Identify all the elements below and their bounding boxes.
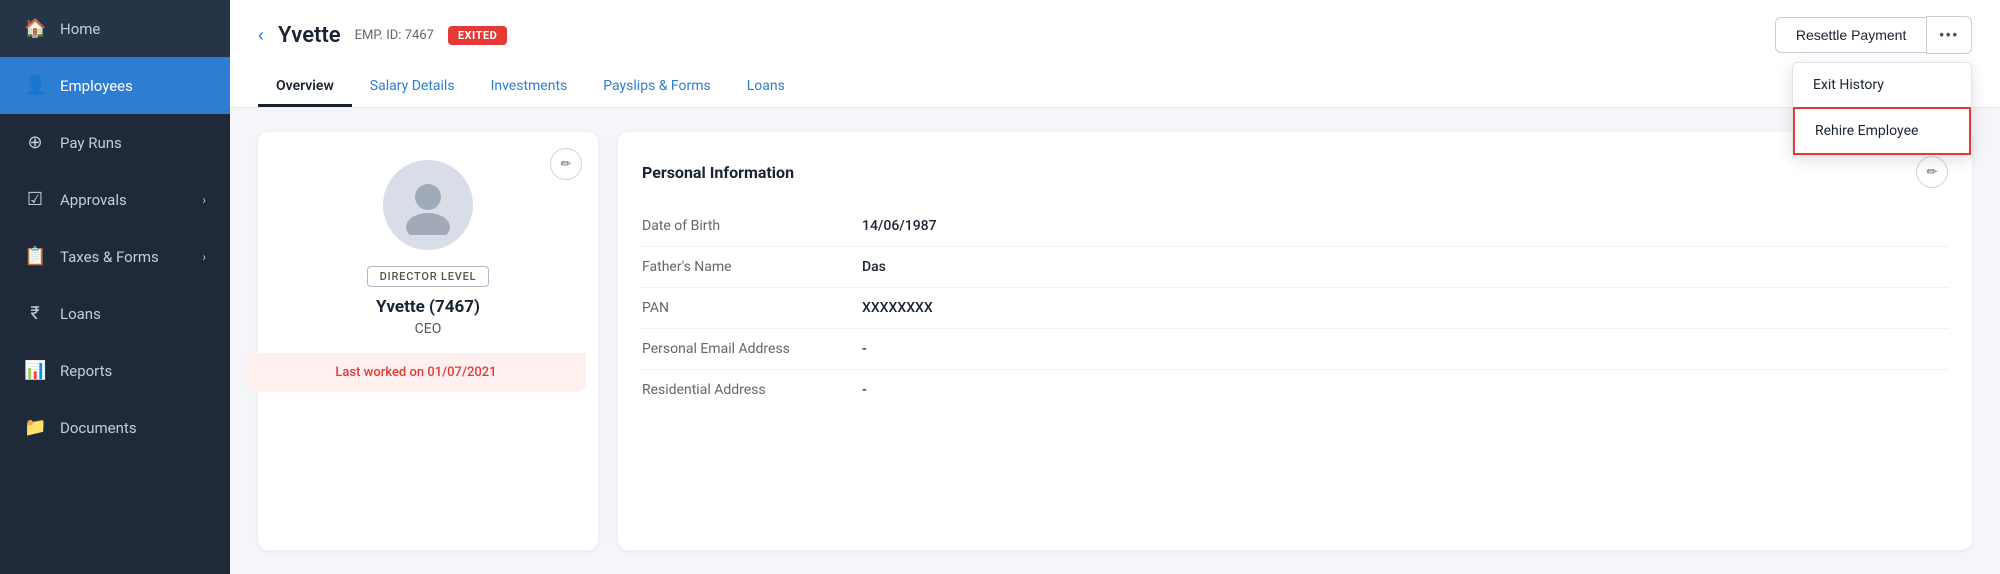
avatar-svg [398,175,458,235]
loans-icon: ₹ [24,303,46,324]
dropdown-menu: Exit History Rehire Employee [1792,62,1972,156]
personal-info-edit-button[interactable]: ✏ [1916,156,1948,188]
sidebar-item-employees[interactable]: 👤 Employees [0,57,230,114]
tabs: Overview Salary Details Investments Pays… [258,68,1972,107]
dob-value: 14/06/1987 [862,218,937,234]
sidebar-label-reports: Reports [60,362,112,380]
employees-icon: 👤 [24,75,46,96]
info-row-dob: Date of Birth 14/06/1987 [642,206,1948,247]
info-row-pan: PAN XXXXXXXX [642,288,1948,329]
more-options-button[interactable]: ••• [1926,16,1972,54]
personal-info-card: Personal Information ✏ Date of Birth 14/… [618,132,1972,550]
dropdown-rehire-employee[interactable]: Rehire Employee [1793,107,1971,155]
resettle-payment-button[interactable]: Resettle Payment [1775,17,1927,53]
approvals-arrow-icon: › [202,193,206,207]
sidebar-item-reports[interactable]: 📊 Reports [0,342,230,399]
email-label: Personal Email Address [642,341,862,357]
sidebar-item-home[interactable]: 🏠 Home [0,0,230,57]
sidebar-item-approvals[interactable]: ☑ Approvals › [0,171,230,228]
tab-payslips-forms[interactable]: Payslips & Forms [585,68,729,107]
sidebar-item-documents[interactable]: 📁 Documents [0,399,230,456]
address-label: Residential Address [642,382,862,398]
sidebar-label-employees: Employees [60,77,133,95]
exited-badge: EXITED [448,26,507,45]
father-value: Das [862,259,886,275]
personal-info-header: Personal Information ✏ [642,156,1948,188]
sidebar-label-taxes-forms: Taxes & Forms [60,248,159,266]
employee-name: Yvette [278,23,341,48]
sidebar-label-documents: Documents [60,419,137,437]
header: ‹ Yvette EMP. ID: 7467 EXITED Resettle P… [230,0,2000,108]
profile-name: Yvette (7467) [376,297,480,317]
header-top: ‹ Yvette EMP. ID: 7467 EXITED Resettle P… [258,16,1972,54]
main-content: ‹ Yvette EMP. ID: 7467 EXITED Resettle P… [230,0,2000,574]
pay-runs-icon: ⊕ [24,132,46,153]
taxes-forms-arrow-icon: › [202,250,206,264]
sidebar-label-home: Home [60,20,100,38]
sidebar-label-approvals: Approvals [60,191,127,209]
personal-info-edit-icon: ✏ [1927,164,1938,180]
info-row-email: Personal Email Address - [642,329,1948,370]
last-worked-banner: Last worked on 01/07/2021 [246,353,586,392]
tab-overview[interactable]: Overview [258,68,352,107]
profile-edit-icon: ✏ [561,156,572,172]
header-actions: Resettle Payment ••• Exit History Rehire… [1775,16,1972,54]
personal-info-title: Personal Information [642,163,794,182]
approvals-icon: ☑ [24,189,46,210]
employee-id: EMP. ID: 7467 [355,28,434,43]
pan-value: XXXXXXXX [862,300,933,316]
more-icon: ••• [1939,27,1959,42]
info-row-father: Father's Name Das [642,247,1948,288]
taxes-forms-icon: 📋 [24,246,46,267]
avatar [383,160,473,250]
documents-icon: 📁 [24,417,46,438]
profile-edit-button[interactable]: ✏ [550,148,582,180]
profile-card: ✏ DIRECTOR LEVEL Yvette (7467) CEO Last … [258,132,598,550]
reports-icon: 📊 [24,360,46,381]
sidebar: 🏠 Home 👤 Employees ⊕ Pay Runs ☑ Approval… [0,0,230,574]
dropdown-exit-history[interactable]: Exit History [1793,63,1971,107]
tab-loans[interactable]: Loans [729,68,803,107]
tab-investments[interactable]: Investments [473,68,586,107]
level-badge: DIRECTOR LEVEL [367,266,490,287]
profile-title: CEO [415,321,442,337]
pan-label: PAN [642,300,862,316]
sidebar-item-loans[interactable]: ₹ Loans [0,285,230,342]
back-icon: ‹ [258,25,264,46]
father-label: Father's Name [642,259,862,275]
tab-salary-details[interactable]: Salary Details [352,68,473,107]
content-area: ✏ DIRECTOR LEVEL Yvette (7467) CEO Last … [230,108,2000,574]
sidebar-label-pay-runs: Pay Runs [60,134,122,152]
back-button[interactable]: ‹ [258,25,264,46]
email-value: - [862,341,867,357]
sidebar-item-pay-runs[interactable]: ⊕ Pay Runs [0,114,230,171]
home-icon: 🏠 [24,18,46,39]
dob-label: Date of Birth [642,218,862,234]
info-row-address: Residential Address - [642,370,1948,410]
sidebar-item-taxes-forms[interactable]: 📋 Taxes & Forms › [0,228,230,285]
sidebar-label-loans: Loans [60,305,101,323]
address-value: - [862,382,867,398]
